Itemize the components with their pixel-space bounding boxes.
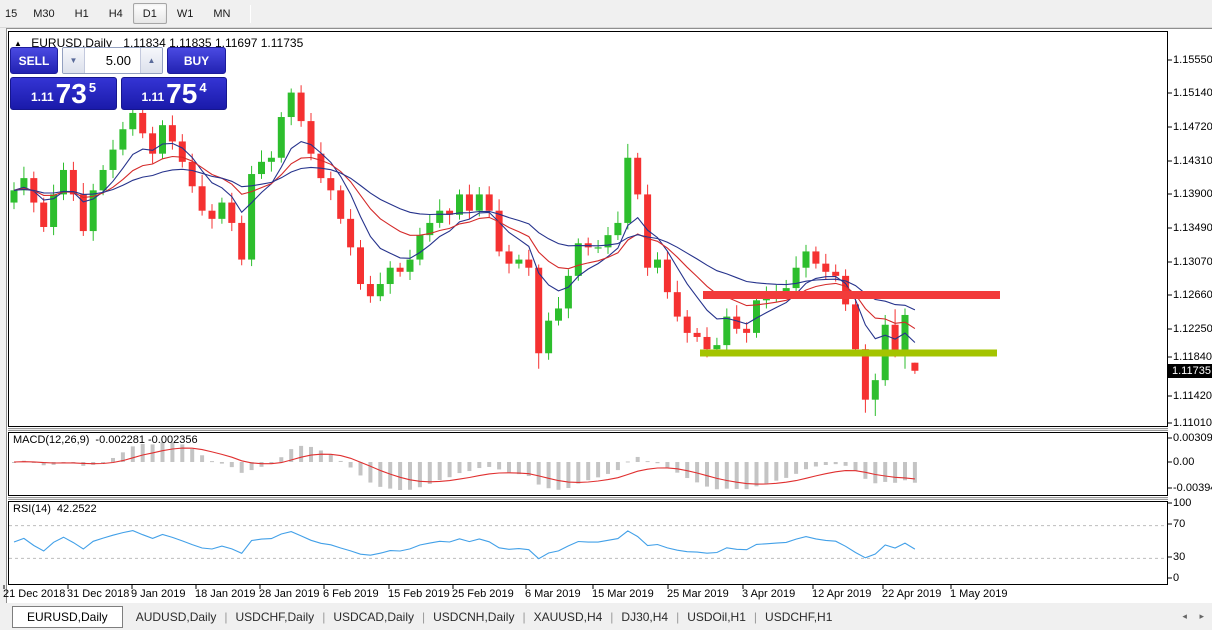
tab-scroll-left-icon[interactable]: ◂: [1182, 611, 1187, 621]
price-tick-label: 1.11420: [1173, 390, 1212, 402]
volume-input[interactable]: 5.00: [85, 48, 140, 73]
macd-tick-label: 0.003095: [1173, 432, 1212, 444]
macd-name: MACD(12,26,9): [13, 434, 90, 446]
date-tick-label: 31 Dec 2018: [67, 588, 130, 600]
price-tick-label: 1.15550: [1173, 54, 1212, 66]
volume-decrease-button[interactable]: ▼: [63, 48, 85, 73]
tab-scroll-right-icon[interactable]: ▸: [1199, 611, 1204, 621]
candlestick-series: [10, 85, 919, 416]
ma-line-14: [13, 155, 916, 330]
buy-price-prefix: 1.11: [141, 90, 165, 104]
rsi-name: RSI(14): [13, 503, 51, 515]
tab-eurusd-daily[interactable]: EURUSD,Daily: [12, 606, 123, 628]
date-tick-label: 9 Jan 2019: [131, 588, 186, 600]
price-tick-label: 1.12250: [1173, 323, 1212, 335]
panel-splitter-rsi[interactable]: [8, 497, 1168, 500]
buy-price-pip-digit: 4: [199, 80, 207, 95]
chart-tabs: EURUSD,Daily AUDUSD,Daily | USDCHF,Daily | US…: [0, 606, 839, 628]
toolbar-separator: [250, 5, 252, 23]
macd-tick-label: -0.003947: [1173, 482, 1212, 494]
sell-price-pip-digit: 5: [88, 80, 97, 95]
tab-usdcnh-daily[interactable]: USDCNH,Daily: [426, 607, 521, 627]
resistance-line[interactable]: [703, 291, 1000, 299]
macd-tick-label: 0.00: [1173, 456, 1195, 468]
ma-line-7: [13, 140, 916, 343]
panel-splitter-macd[interactable]: [8, 428, 1168, 431]
chart-tab-bar: EURUSD,Daily AUDUSD,Daily | USDCHF,Daily | US…: [0, 604, 1212, 630]
date-tick-label: 6 Mar 2019: [525, 588, 581, 600]
tab-usdchf-h1[interactable]: USDCHF,H1: [758, 607, 839, 627]
buy-price-big-digits: 75: [166, 78, 198, 109]
trading-platform: 15 M30 H1 H4 D1 W1 MN ▲ EURUSD,Daily 1.11834 1…: [0, 0, 1212, 630]
date-tick-label: 25 Feb 2019: [452, 588, 514, 600]
date-tick-label: 15 Feb 2019: [388, 588, 450, 600]
macd-current-values: -0.002281 -0.002356: [95, 434, 198, 446]
rsi-tick-label: 100: [1173, 497, 1192, 509]
buy-price-display[interactable]: 1.11 75 4: [121, 77, 227, 110]
date-tick-label: 18 Jan 2019: [195, 588, 256, 600]
timeframe-button-M30[interactable]: M30: [23, 3, 64, 24]
rsi-current-value: 42.2522: [56, 503, 97, 515]
date-tick-label: 21 Dec 2018: [3, 588, 66, 600]
date-tick-label: 25 Mar 2019: [667, 588, 729, 600]
tab-dj30-h4[interactable]: DJ30,H4: [614, 607, 675, 627]
tab-scroll-controls: ◂ ▸: [1172, 611, 1204, 622]
date-tick-label: 22 Apr 2019: [882, 588, 942, 600]
current-price-label: 1.11735: [1168, 364, 1212, 378]
timeframe-button-W1[interactable]: W1: [167, 3, 204, 24]
tab-usdchf-daily[interactable]: USDCHF,Daily: [229, 607, 322, 627]
date-tick-label: 15 Mar 2019: [592, 588, 654, 600]
price-tick-label: 1.12660: [1173, 289, 1212, 301]
price-tick-label: 1.13490: [1173, 222, 1212, 234]
one-click-trading-panel: SELL ▼ 5.00 ▲ BUY 1.11 73 5 1.11 75 4: [10, 47, 230, 110]
macd-signal-line: [13, 447, 915, 485]
sell-price-big-digits: 73: [55, 78, 87, 109]
date-tick-label: 6 Feb 2019: [323, 588, 379, 600]
rsi-tick-label: 30: [1173, 551, 1186, 563]
timeframe-button-MN[interactable]: MN: [203, 3, 240, 24]
buy-button[interactable]: BUY: [167, 47, 226, 74]
timeframe-button-D1[interactable]: D1: [132, 3, 167, 24]
date-tick-label: 3 Apr 2019: [742, 588, 796, 600]
volume-stepper: ▼ 5.00 ▲: [62, 47, 163, 74]
timeframe-button-H4[interactable]: H4: [99, 3, 133, 24]
sell-price-prefix: 1.11: [30, 90, 54, 104]
tab-xauusd-h4[interactable]: XAUUSD,H4: [527, 607, 610, 627]
date-tick-label: 1 May 2019: [950, 588, 1008, 600]
timeframe-button-15[interactable]: 15: [2, 3, 23, 24]
date-tick-label: 12 Apr 2019: [812, 588, 872, 600]
ma-line-28: [13, 166, 916, 311]
support-line[interactable]: [700, 349, 997, 357]
sell-price-display[interactable]: 1.11 73 5: [10, 77, 117, 110]
price-tick-label: 1.11010: [1173, 417, 1212, 429]
timeframe-button-H1[interactable]: H1: [65, 3, 99, 24]
volume-increase-button[interactable]: ▲: [140, 48, 162, 73]
price-tick-label: 1.11840: [1173, 351, 1212, 363]
tab-usdcad-daily[interactable]: USDCAD,Daily: [326, 607, 421, 627]
macd-indicator-label: MACD(12,26,9) -0.002281 -0.002356: [13, 434, 198, 446]
price-tick-label: 1.14310: [1173, 155, 1212, 167]
sell-button[interactable]: SELL: [10, 47, 58, 74]
price-tick-label: 1.14720: [1173, 121, 1212, 133]
tab-audusd-daily[interactable]: AUDUSD,Daily: [129, 607, 224, 627]
rsi-tick-label: 70: [1173, 518, 1186, 530]
date-tick-label: 28 Jan 2019: [259, 588, 320, 600]
rsi-indicator-label: RSI(14) 42.2522: [13, 503, 97, 515]
timeframe-toolbar: 15 M30 H1 H4 D1 W1 MN: [0, 0, 1212, 28]
price-tick-label: 1.13900: [1173, 188, 1212, 200]
tab-usdoil-h1[interactable]: USDOil,H1: [680, 607, 753, 627]
axis-tick-marks: [3, 59, 1172, 589]
rsi-line: [13, 530, 916, 560]
price-tick-label: 1.15140: [1173, 87, 1212, 99]
rsi-tick-label: 0: [1173, 572, 1180, 584]
timeframe-buttons: 15 M30 H1 H4 D1 W1 MN: [0, 0, 240, 24]
price-tick-label: 1.13070: [1173, 256, 1212, 268]
